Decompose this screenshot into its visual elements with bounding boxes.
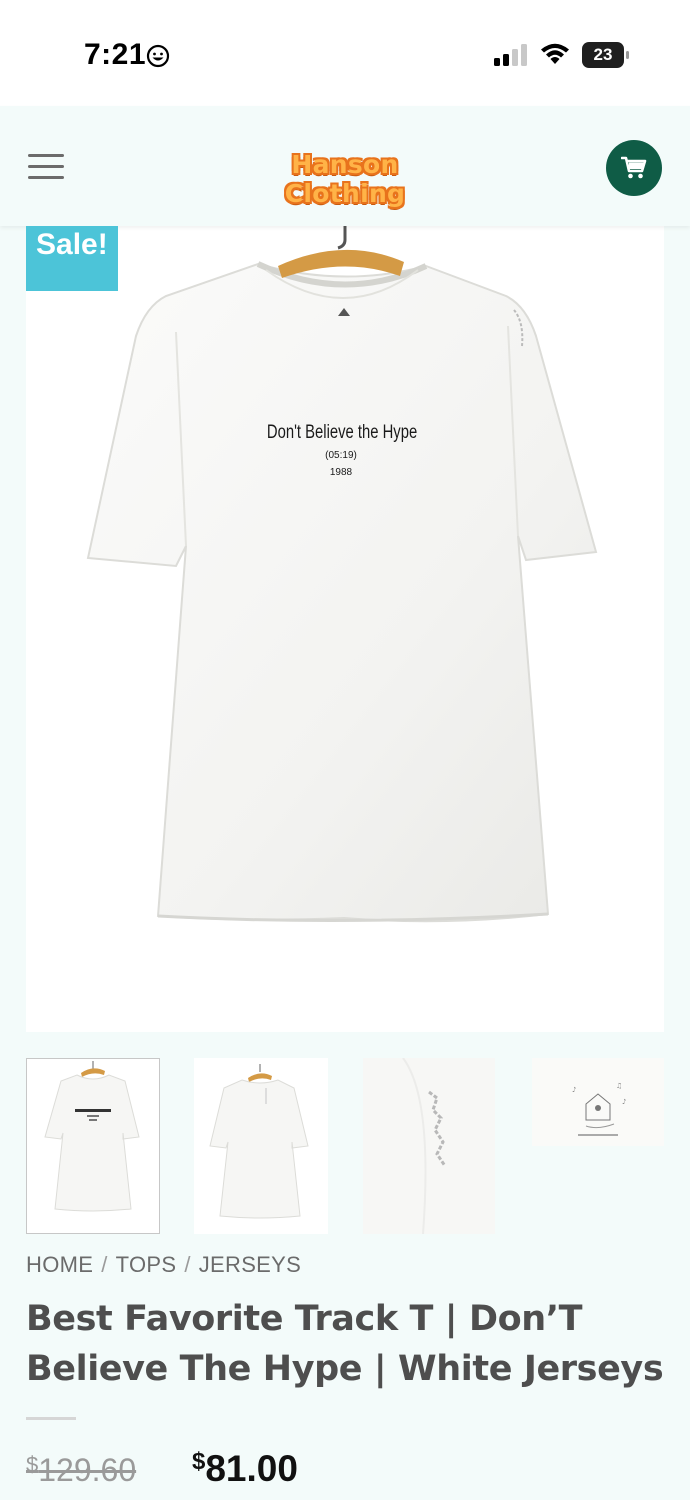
thumbnail-back-print-detail[interactable]: ♪ ♫ ♪ [532,1058,664,1146]
tshirt-front-thumb-image [44,1061,140,1212]
print-subtitle: (05:19) [325,450,357,461]
sale-price: $81.00 [192,1448,298,1489]
svg-text:♪: ♪ [572,1086,576,1094]
status-time: 7:21 [84,38,147,71]
breadcrumb-separator: / [101,1252,108,1277]
sleeve-detail-thumb-image [363,1058,495,1234]
wifi-icon [541,43,569,64]
smiley-icon [146,44,170,68]
breadcrumb: HOME / TOPS / JERSEYS [26,1252,301,1278]
thumbnail-gallery: ♪ ♫ ♪ [26,1058,666,1234]
cart-button[interactable] [606,140,662,196]
logo-text: Hanson Clothing [284,150,406,208]
product-title: Best Favorite Track T | Don’T Believe Th… [26,1299,664,1389]
breadcrumb-home[interactable]: HOME [26,1252,93,1277]
breadcrumb-jerseys[interactable]: JERSEYS [199,1252,301,1277]
breadcrumb-tops[interactable]: TOPS [116,1252,177,1277]
battery-level: 23 [593,45,613,64]
original-price: $129.60 [26,1452,137,1488]
thumbnail-front[interactable] [26,1058,160,1234]
thumbnail-back[interactable] [194,1058,328,1234]
sale-badge: Sale! [26,226,118,291]
site-logo[interactable]: Hanson Clothing [232,150,458,208]
print-title: Don't Believe the Hype [266,422,418,443]
back-print-thumb-image: ♪ ♫ ♪ [532,1058,664,1146]
title-divider [26,1417,76,1420]
shopping-cart-icon [621,156,647,179]
product-main-image[interactable]: Sale! Don't Believe the Hype (05:19) 198… [26,226,664,1032]
signal-icon [494,44,527,66]
tshirt-back-thumb-image [209,1064,309,1219]
tshirt-image [86,226,598,923]
thumbnail-sleeve-detail[interactable] [363,1058,495,1234]
svg-text:♫: ♫ [616,1082,622,1090]
breadcrumb-separator: / [184,1252,191,1277]
tshirt-print: Don't Believe the Hype (05:19) 1988 [246,422,436,478]
print-year: 1988 [329,467,353,478]
site-header: Hanson Clothing [0,106,690,226]
hamburger-menu-icon[interactable] [28,154,64,182]
status-bar: 7:21 23 [0,0,690,106]
svg-text:♪: ♪ [622,1098,626,1106]
